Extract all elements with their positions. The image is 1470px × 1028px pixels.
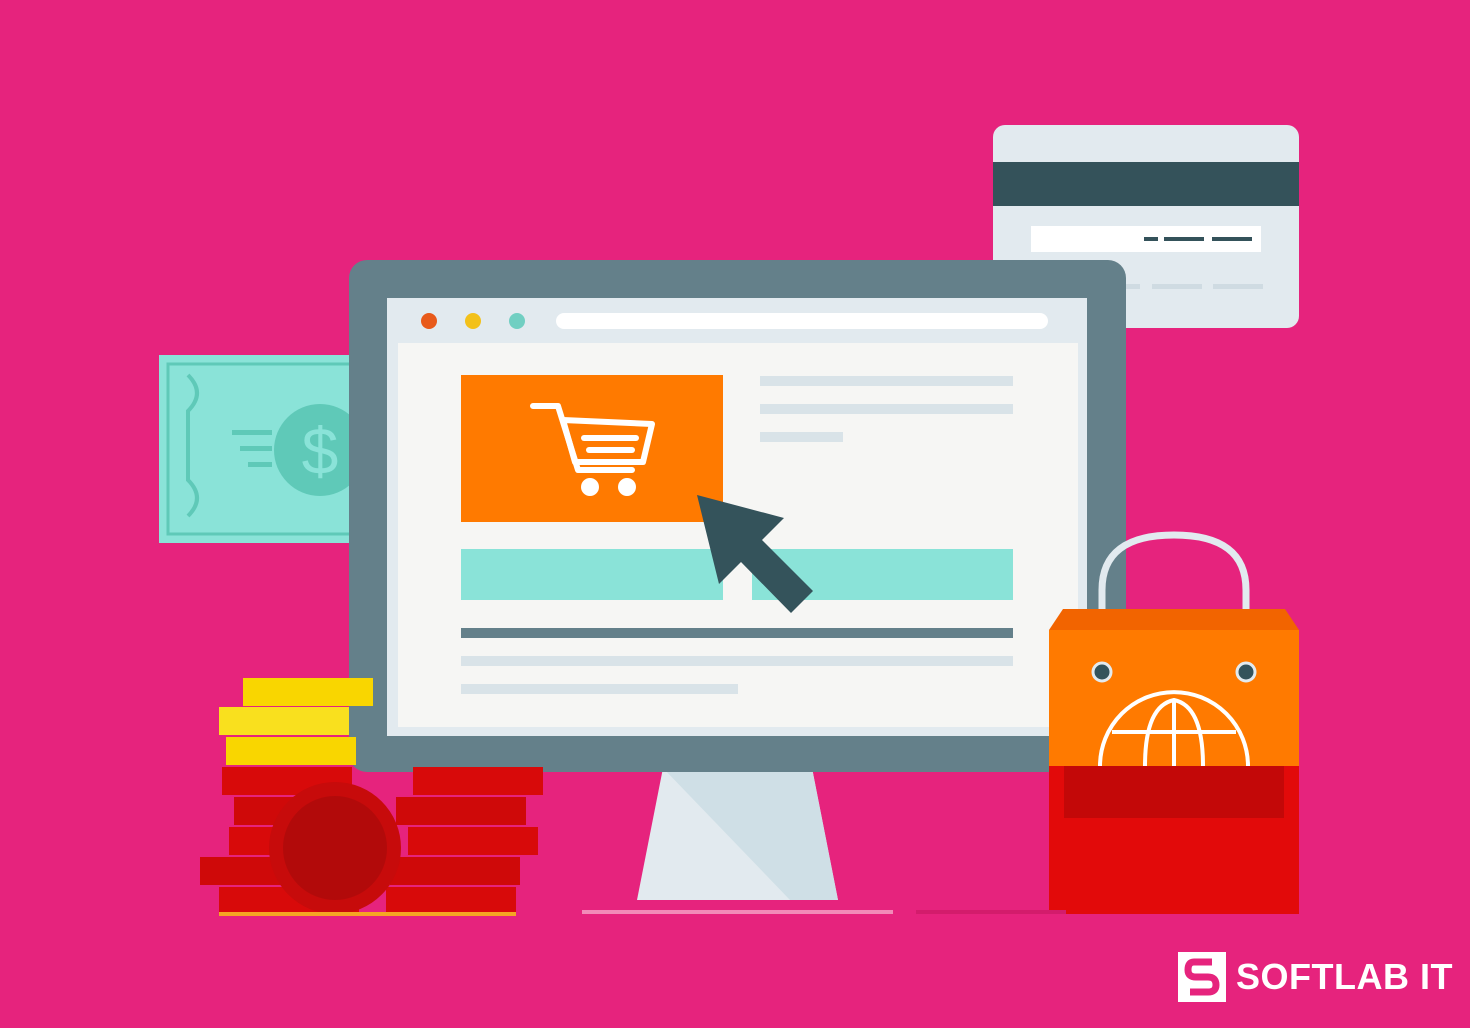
monitor-stand <box>637 768 838 900</box>
brand-logo: SOFTLAB IT <box>1178 951 1453 1003</box>
softlab-s-logo-icon <box>1178 952 1226 1002</box>
brand-name: SOFTLAB IT <box>1236 956 1453 997</box>
browser-close-dot <box>421 313 437 329</box>
dollar-banknote-icon: $ <box>159 355 370 543</box>
browser-address-bar <box>556 313 1048 329</box>
browser-maximize-dot <box>509 313 525 329</box>
content-button-left <box>461 549 723 600</box>
ecommerce-illustration: $ <box>0 0 1470 1028</box>
svg-text:$: $ <box>302 414 339 488</box>
browser-minimize-dot <box>465 313 481 329</box>
